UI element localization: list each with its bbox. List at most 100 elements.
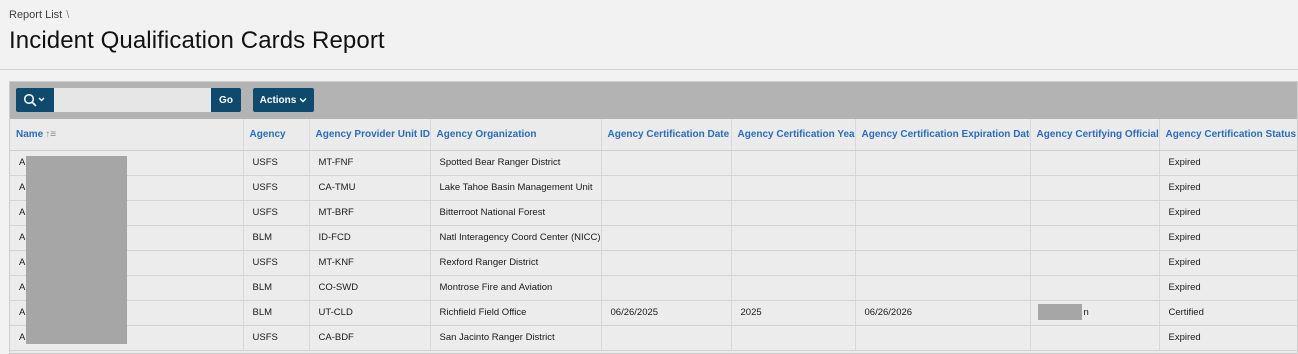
cell-certification-date xyxy=(601,275,732,301)
cell-certification-date xyxy=(601,250,732,276)
cell-certifying-official xyxy=(1030,325,1160,351)
cell-organization: Richfield Field Office xyxy=(430,300,602,326)
column-header-certification-year[interactable]: Agency Certification Year xyxy=(731,119,856,151)
cell-agency: USFS xyxy=(243,175,310,201)
chevron-down-icon xyxy=(299,98,307,103)
go-button[interactable]: Go xyxy=(211,88,241,112)
cell-agency: USFS xyxy=(243,250,310,276)
column-header-label: Name xyxy=(16,128,44,140)
cell-expiration-date xyxy=(855,150,1031,176)
cell-certification-status: Expired xyxy=(1159,200,1297,226)
cell-provider-unit-id: CO-SWD xyxy=(309,275,431,301)
cell-agency: BLM xyxy=(243,275,310,301)
cell-certifying-official xyxy=(1030,225,1160,251)
table-row: A BLM ID-FCD Natl Interagency Coord Center … xyxy=(10,225,1297,251)
cell-provider-unit-id: MT-BRF xyxy=(309,200,431,226)
cell-certification-status: Expired xyxy=(1159,325,1297,351)
cell-certification-date xyxy=(601,175,732,201)
search-column-button[interactable] xyxy=(16,88,54,112)
cell-certification-year xyxy=(731,150,856,176)
report-region: Go Actions Name ↑≡ Agency Agency Provider… xyxy=(9,81,1298,354)
cell-certifying-official xyxy=(1030,275,1160,301)
breadcrumb-separator: \ xyxy=(66,9,70,21)
cell-organization: Bitterroot National Forest xyxy=(430,200,602,226)
cell-certification-date xyxy=(601,325,732,351)
cell-organization: San Jacinto Ranger District xyxy=(430,325,602,351)
page-title: Incident Qualification Cards Report xyxy=(9,27,385,54)
cell-agency: BLM xyxy=(243,225,310,251)
cell-expiration-date xyxy=(855,325,1031,351)
cell-certification-year xyxy=(731,175,856,201)
cell-organization: Natl Interagency Coord Center (NICC) xyxy=(430,225,602,251)
cell-provider-unit-id: UT-CLD xyxy=(309,300,431,326)
cell-certifying-official xyxy=(1030,200,1160,226)
cell-agency: USFS xyxy=(243,325,310,351)
cell-certification-year xyxy=(731,200,856,226)
table-row: A USFS CA-BDF San Jacinto Ranger District Ex… xyxy=(10,325,1297,351)
cell-organization: Spotted Bear Ranger District xyxy=(430,150,602,176)
header-divider xyxy=(0,69,1298,70)
cell-organization: Lake Tahoe Basin Management Unit xyxy=(430,175,602,201)
table-row: A USFS MT-FNF Spotted Bear Ranger District E… xyxy=(10,150,1297,176)
cell-provider-unit-id: MT-KNF xyxy=(309,250,431,276)
cell-certification-year xyxy=(731,225,856,251)
cell-agency: USFS xyxy=(243,200,310,226)
cell-agency: USFS xyxy=(243,150,310,176)
cell-certification-date xyxy=(601,150,732,176)
table-row: A BLM UT-CLD Richfield Field Office 06/26/20… xyxy=(10,300,1297,326)
column-header-provider-unit-id[interactable]: Agency Provider Unit ID xyxy=(309,119,431,151)
column-header-agency[interactable]: Agency xyxy=(243,119,310,151)
cell-expiration-date: 06/26/2026 xyxy=(855,300,1031,326)
column-header-expiration-date[interactable]: Agency Certification Expiration Date xyxy=(855,119,1031,151)
cell-expiration-date xyxy=(855,175,1031,201)
cell-certification-status: Certified xyxy=(1159,300,1297,326)
cell-certification-date xyxy=(601,200,732,226)
table-row: A USFS MT-BRF Bitterroot National Forest Exp… xyxy=(10,200,1297,226)
cell-certification-year: 2025 xyxy=(731,300,856,326)
search-input[interactable] xyxy=(54,88,211,112)
cell-agency: BLM xyxy=(243,300,310,326)
cell-organization: Montrose Fire and Aviation xyxy=(430,275,602,301)
report-toolbar: Go Actions xyxy=(10,82,1297,119)
table-row: A USFS CA-TMU Lake Tahoe Basin Management U… xyxy=(10,175,1297,201)
column-header-certifying-official[interactable]: Agency Certifying Official xyxy=(1030,119,1160,151)
column-header-certification-date[interactable]: Agency Certification Date xyxy=(601,119,732,151)
column-header-name[interactable]: Name ↑≡ xyxy=(10,119,244,151)
cell-certification-year xyxy=(731,275,856,301)
cell-certification-status: Expired xyxy=(1159,250,1297,276)
actions-button[interactable]: Actions xyxy=(253,88,314,112)
cell-certification-date: 06/26/2025 xyxy=(601,300,732,326)
redacted-name-block xyxy=(26,156,127,344)
cell-certification-date xyxy=(601,225,732,251)
table-row: A BLM CO-SWD Montrose Fire and Aviation Expi… xyxy=(10,275,1297,301)
cell-expiration-date xyxy=(855,275,1031,301)
cell-certifying-official xyxy=(1030,150,1160,176)
cell-certification-status: Expired xyxy=(1159,150,1297,176)
cell-certifying-official xyxy=(1030,175,1160,201)
table-row: A USFS MT-KNF Rexford Ranger District Expire… xyxy=(10,250,1297,276)
cell-certification-status: Expired xyxy=(1159,175,1297,201)
search-bar: Go xyxy=(16,88,241,112)
cell-expiration-date xyxy=(855,250,1031,276)
cell-certification-year xyxy=(731,325,856,351)
column-header-organization[interactable]: Agency Organization xyxy=(430,119,602,151)
column-header-certification-status[interactable]: Agency Certification Status xyxy=(1159,119,1297,151)
search-icon xyxy=(23,93,45,107)
cell-organization: Rexford Ranger District xyxy=(430,250,602,276)
cell-certifying-official xyxy=(1030,250,1160,276)
report-table: Name ↑≡ Agency Agency Provider Unit ID Ag… xyxy=(10,119,1297,351)
cell-provider-unit-id: MT-FNF xyxy=(309,150,431,176)
cell-certification-status: Expired xyxy=(1159,275,1297,301)
cell-certification-status: Expired xyxy=(1159,225,1297,251)
table-header-row: Name ↑≡ Agency Agency Provider Unit ID Ag… xyxy=(10,119,1297,151)
cell-certification-year xyxy=(731,250,856,276)
breadcrumb-report-list[interactable]: Report List xyxy=(9,9,62,21)
redacted-official-block xyxy=(1038,304,1082,320)
cell-expiration-date xyxy=(855,200,1031,226)
cell-provider-unit-id: CA-TMU xyxy=(309,175,431,201)
cell-expiration-date xyxy=(855,225,1031,251)
cell-provider-unit-id: ID-FCD xyxy=(309,225,431,251)
sort-ascending-icon: ↑≡ xyxy=(45,128,57,140)
cell-provider-unit-id: CA-BDF xyxy=(309,325,431,351)
actions-label: Actions xyxy=(259,94,297,106)
